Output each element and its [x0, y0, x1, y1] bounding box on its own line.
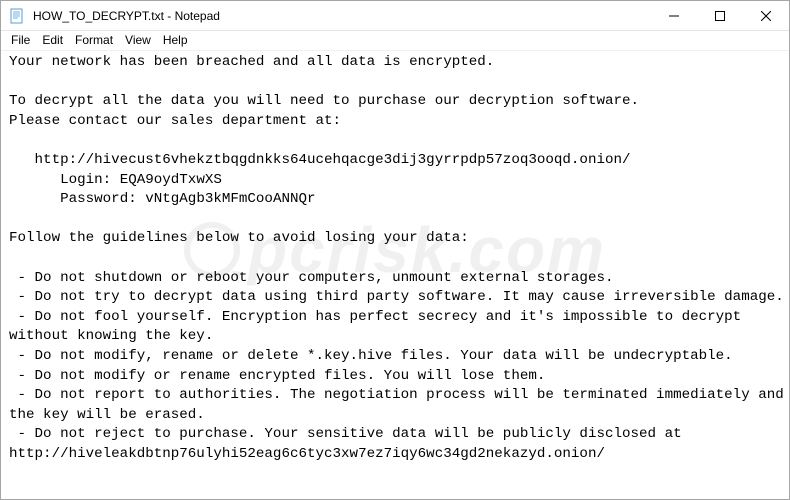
- maximize-icon: [715, 11, 725, 21]
- text-area[interactable]: Your network has been breached and all d…: [1, 51, 789, 499]
- minimize-icon: [669, 11, 679, 21]
- menu-file[interactable]: File: [5, 31, 36, 50]
- titlebar: HOW_TO_DECRYPT.txt - Notepad: [1, 1, 789, 31]
- close-icon: [761, 11, 771, 21]
- menubar: File Edit Format View Help: [1, 31, 789, 51]
- notepad-window: HOW_TO_DECRYPT.txt - Notepad File Edit F…: [0, 0, 790, 500]
- notepad-icon: [9, 8, 25, 24]
- menu-format[interactable]: Format: [69, 31, 119, 50]
- menu-view[interactable]: View: [119, 31, 157, 50]
- window-title: HOW_TO_DECRYPT.txt - Notepad: [31, 9, 651, 23]
- menu-help[interactable]: Help: [157, 31, 194, 50]
- minimize-button[interactable]: [651, 1, 697, 31]
- maximize-button[interactable]: [697, 1, 743, 31]
- menu-edit[interactable]: Edit: [36, 31, 69, 50]
- close-button[interactable]: [743, 1, 789, 31]
- window-controls: [651, 1, 789, 30]
